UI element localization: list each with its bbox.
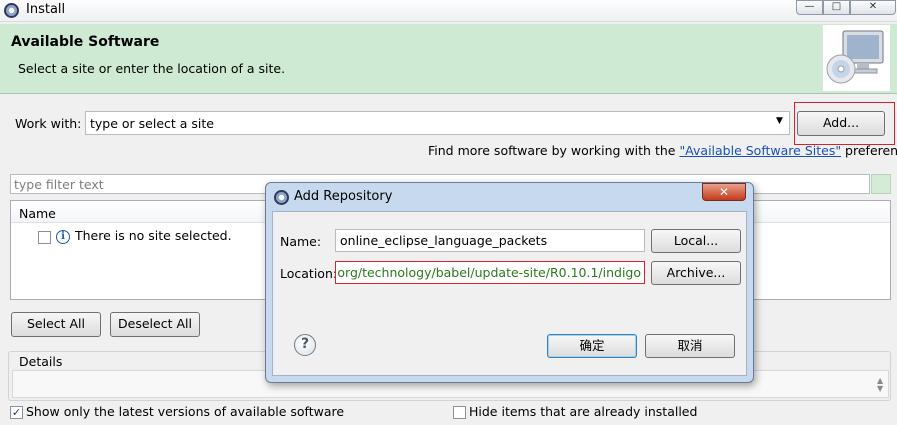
add-site-button[interactable]: Add... <box>797 111 885 136</box>
find-more-text: Find more software by working with the "… <box>428 143 897 158</box>
ok-button[interactable]: 确定 <box>547 334 637 358</box>
dialog-body: Name: online_eclipse_language_packets Lo… <box>272 211 747 376</box>
cancel-button[interactable]: 取消 <box>645 334 735 358</box>
name-value: online_eclipse_language_packets <box>340 233 548 248</box>
dialog-close-button[interactable]: ✕ <box>702 183 746 201</box>
no-site-selected-text: There is no site selected. <box>75 228 232 243</box>
local-button[interactable]: Local... <box>651 229 741 253</box>
location-value: se.org/technology/babel/update-site/R0.1… <box>335 265 641 280</box>
work-with-value: type or select a site <box>90 116 214 131</box>
maximize-button[interactable]: □ <box>823 0 850 15</box>
work-with-combo[interactable]: type or select a site ▼ <box>85 111 790 135</box>
work-with-label: Work with: <box>15 116 82 131</box>
filter-placeholder: type filter text <box>14 177 104 192</box>
dialog-app-icon <box>274 190 289 205</box>
find-more-suffix: preferences. <box>845 143 897 158</box>
page-description: Select a site or enter the location of a… <box>18 61 286 76</box>
available-software-sites-link[interactable]: "Available Software Sites" <box>679 143 841 158</box>
select-all-button[interactable]: Select All <box>11 312 101 337</box>
computer-cd-icon <box>822 25 890 91</box>
name-label: Name: <box>280 234 322 249</box>
find-more-prefix: Find more software by working with the <box>428 143 680 158</box>
location-label: Location: <box>280 266 338 281</box>
archive-button[interactable]: Archive... <box>651 261 741 285</box>
hide-installed-checkbox[interactable] <box>453 406 466 419</box>
clear-filter-icon[interactable] <box>871 174 891 194</box>
add-repository-dialog: Add Repository ✕ Name: online_eclipse_la… <box>265 182 754 383</box>
hide-installed-label: Hide items that are already installed <box>469 404 698 419</box>
show-latest-label: Show only the latest versions of availab… <box>26 404 345 419</box>
page-title: Available Software <box>11 34 160 50</box>
wizard-banner: Available Software Select a site or ente… <box>0 24 897 94</box>
window-title: Install <box>26 2 66 17</box>
row-checkbox[interactable] <box>38 231 51 244</box>
close-button[interactable]: ✕ <box>850 0 896 15</box>
dialog-title: Add Repository <box>294 189 393 204</box>
help-icon[interactable]: ? <box>294 334 316 356</box>
dropdown-arrow-icon[interactable]: ▼ <box>776 116 783 126</box>
eclipse-app-icon <box>4 3 19 18</box>
minimize-button[interactable]: — <box>796 0 823 15</box>
details-scroll-arrows-icon[interactable]: ▲ ▼ <box>877 377 883 393</box>
column-header-name[interactable]: Name <box>19 206 56 221</box>
window-title-bar: Install — □ ✕ <box>0 0 897 22</box>
info-icon: i <box>56 230 70 244</box>
deselect-all-button[interactable]: Deselect All <box>110 312 200 337</box>
location-field[interactable]: se.org/technology/babel/update-site/R0.1… <box>335 261 645 284</box>
show-latest-checkbox[interactable]: ✓ <box>10 406 23 419</box>
name-field[interactable]: online_eclipse_language_packets <box>335 229 645 252</box>
details-label: Details <box>16 354 66 369</box>
